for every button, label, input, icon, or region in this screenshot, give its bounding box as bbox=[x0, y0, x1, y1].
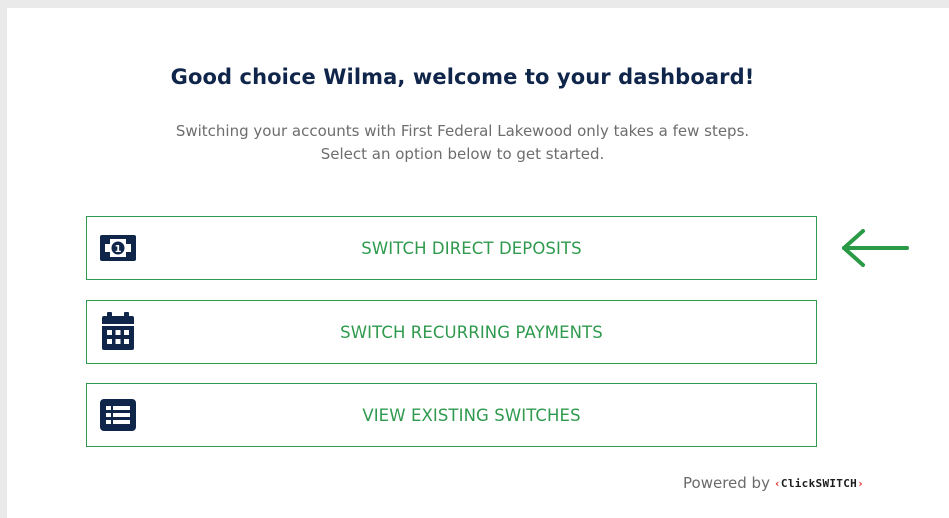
view-existing-switches-label: VIEW EXISTING SWITCHES bbox=[362, 405, 581, 425]
clickswitch-logo[interactable]: ‹ClickSWITCH› bbox=[774, 477, 864, 490]
dashboard-panel: Good choice Wilma, welcome to your dashb… bbox=[7, 8, 949, 518]
page-title: Good choice Wilma, welcome to your dashb… bbox=[170, 65, 755, 89]
switch-direct-deposits-label: SWITCH DIRECT DEPOSITS bbox=[361, 238, 582, 258]
switch-recurring-payments-label: SWITCH RECURRING PAYMENTS bbox=[340, 322, 603, 342]
subtitle-line-1: Switching your accounts with First Feder… bbox=[175, 122, 750, 140]
arrow-left-icon bbox=[839, 228, 909, 273]
logo-open-bracket: ‹ bbox=[773, 476, 781, 490]
powered-by-label: Powered by bbox=[683, 474, 770, 492]
switch-recurring-payments-button[interactable]: SWITCH RECURRING PAYMENTS bbox=[86, 300, 817, 364]
page-subtitle: Switching your accounts with First Feder… bbox=[7, 120, 918, 166]
logo-close-bracket: › bbox=[857, 476, 864, 490]
view-existing-switches-button[interactable]: VIEW EXISTING SWITCHES bbox=[86, 383, 817, 447]
logo-text: ClickSWITCH bbox=[780, 476, 858, 490]
subtitle-line-2: Select an option below to get started. bbox=[320, 145, 605, 163]
powered-by: Powered by ‹ClickSWITCH› bbox=[683, 474, 864, 492]
switch-direct-deposits-button[interactable]: 1 SWITCH DIRECT DEPOSITS bbox=[86, 216, 817, 280]
